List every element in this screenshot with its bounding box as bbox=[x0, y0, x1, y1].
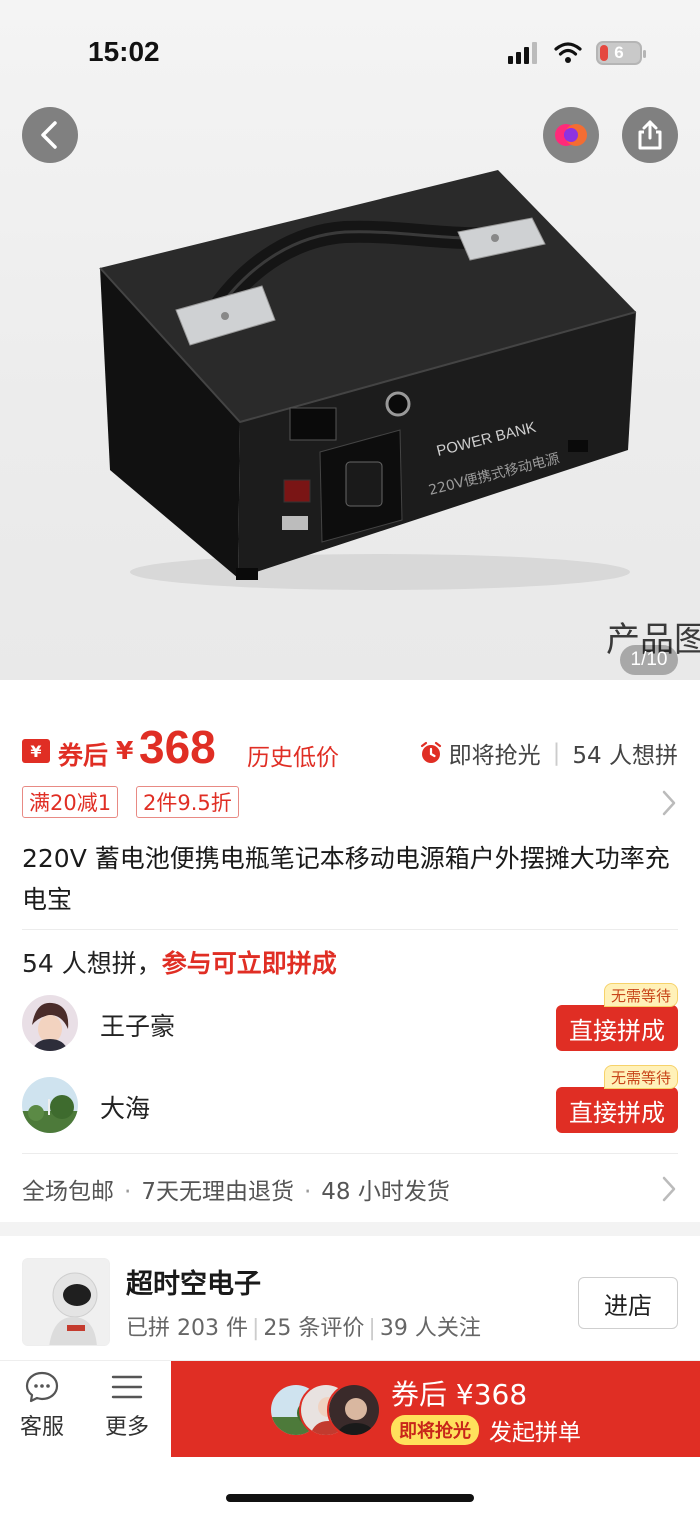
product-title: 220V 蓄电池便携电瓶笔记本移动电源箱户外摆摊大功率充电宝 bbox=[22, 844, 670, 914]
store-followers: 39 人关注 bbox=[379, 1316, 481, 1341]
share-icon bbox=[638, 120, 662, 150]
brand-button[interactable] bbox=[543, 107, 599, 163]
product-gallery[interactable]: POWER BANK 220V便携式移动电源 15:02 6 产品图 1/10 bbox=[0, 0, 700, 680]
bottom-action-bar: 客服 更多 券后 ¥368 即将抢光 发起拼单 bbox=[0, 1360, 700, 1457]
store-sold: 已拼 203 件 bbox=[126, 1316, 248, 1341]
divider bbox=[22, 1153, 678, 1154]
product-image: POWER BANK 220V便携式移动电源 bbox=[99, 170, 637, 590]
price-amount: 368 bbox=[139, 721, 216, 773]
customer-service-label: 客服 bbox=[19, 1415, 64, 1440]
chevron-right-icon[interactable] bbox=[660, 788, 678, 818]
status-bar: 15:02 6 bbox=[0, 0, 700, 100]
brand-icon bbox=[555, 124, 587, 146]
store-name[interactable]: 超时空电子 bbox=[126, 1262, 261, 1301]
no-wait-badge: 无需等待 bbox=[603, 1065, 678, 1089]
currency-symbol: ¥ bbox=[116, 736, 134, 765]
cta-action-label: 发起拼单 bbox=[489, 1420, 581, 1446]
share-button[interactable] bbox=[622, 107, 678, 163]
promo-tags[interactable]: 满20减1 2件9.5折 bbox=[22, 786, 678, 820]
more-button[interactable]: 更多 bbox=[92, 1369, 162, 1441]
service-returns: 7天无理由退货 bbox=[141, 1179, 294, 1205]
home-indicator[interactable] bbox=[226, 1494, 474, 1502]
want-count: 54 人想拼 bbox=[572, 743, 678, 769]
join-hint: 参与可立即拼成 bbox=[161, 949, 337, 978]
image-counter: 1/10 bbox=[620, 645, 678, 675]
service-dispatch: 48 小时发货 bbox=[321, 1179, 450, 1205]
clock-icon bbox=[420, 741, 441, 763]
status-icons: 6 bbox=[506, 40, 646, 66]
enter-store-button[interactable]: 进店 bbox=[578, 1277, 678, 1329]
history-low-label: 历史低价 bbox=[247, 745, 339, 771]
battery-level: 6 bbox=[614, 43, 624, 62]
section-separator bbox=[0, 1222, 700, 1236]
group-row[interactable]: 王子豪 直接拼成 无需等待 bbox=[22, 983, 678, 1061]
chevron-right-icon[interactable] bbox=[660, 1174, 678, 1204]
sell-out-label: 即将抢光 bbox=[448, 743, 541, 769]
more-label: 更多 bbox=[104, 1415, 149, 1440]
avatar bbox=[22, 1077, 78, 1133]
chat-icon bbox=[25, 1371, 59, 1403]
avatar bbox=[22, 995, 78, 1051]
join-group[interactable]: 直接拼成 无需等待 bbox=[556, 1065, 678, 1143]
wifi-icon bbox=[554, 42, 582, 63]
store-stats: 已拼 203 件 | 25 条评价 | 39 人关注 bbox=[126, 1316, 481, 1341]
start-group-button[interactable]: 券后 ¥368 即将抢光 发起拼单 bbox=[171, 1361, 700, 1457]
status-time: 15:02 bbox=[88, 36, 160, 67]
join-button[interactable]: 直接拼成 bbox=[556, 1005, 678, 1051]
want-text: 54 人想拼， bbox=[22, 949, 162, 978]
signal-icon bbox=[508, 42, 537, 64]
price-row: ¥ 券后 ¥ 368 历史低价 即将抢光 | 54 人想拼 bbox=[22, 721, 678, 774]
menu-icon bbox=[111, 1375, 143, 1399]
back-icon bbox=[41, 121, 57, 149]
no-wait-badge: 无需等待 bbox=[603, 983, 678, 1007]
customer-service-button[interactable]: 客服 bbox=[7, 1369, 77, 1441]
group-leader-name: 大海 bbox=[100, 1094, 151, 1123]
cta-avatars bbox=[269, 1383, 381, 1439]
avatar bbox=[327, 1383, 381, 1437]
cta-price: 券后 ¥368 bbox=[391, 1378, 528, 1411]
group-row[interactable]: 大海 直接拼成 无需等待 bbox=[22, 1065, 678, 1143]
join-group[interactable]: 直接拼成 无需等待 bbox=[556, 983, 678, 1061]
group-buy-header: 54 人想拼，参与可立即拼成 bbox=[22, 944, 337, 980]
after-coupon-label: 券后 bbox=[58, 741, 109, 770]
cta-hot-badge: 即将抢光 bbox=[391, 1415, 479, 1445]
divider bbox=[22, 929, 678, 930]
cta-subline: 即将抢光 发起拼单 bbox=[391, 1413, 581, 1447]
store-logo[interactable] bbox=[22, 1258, 110, 1346]
service-free-shipping: 全场包邮 bbox=[22, 1179, 114, 1205]
battery-icon: 6 bbox=[596, 41, 646, 65]
store-reviews: 25 条评价 bbox=[263, 1316, 365, 1341]
coupon-icon: ¥ bbox=[22, 739, 50, 763]
separator: | bbox=[552, 740, 561, 766]
promo-tag[interactable]: 满20减1 bbox=[22, 786, 119, 818]
back-button[interactable] bbox=[22, 107, 78, 163]
sell-out-info: 即将抢光 | 54 人想拼 bbox=[419, 736, 678, 770]
service-row[interactable]: 全场包邮 · 7天无理由退货 · 48 小时发货 bbox=[22, 1172, 678, 1206]
join-button[interactable]: 直接拼成 bbox=[556, 1087, 678, 1133]
group-leader-name: 王子豪 bbox=[100, 1012, 176, 1041]
promo-tag[interactable]: 2件9.5折 bbox=[136, 786, 239, 818]
